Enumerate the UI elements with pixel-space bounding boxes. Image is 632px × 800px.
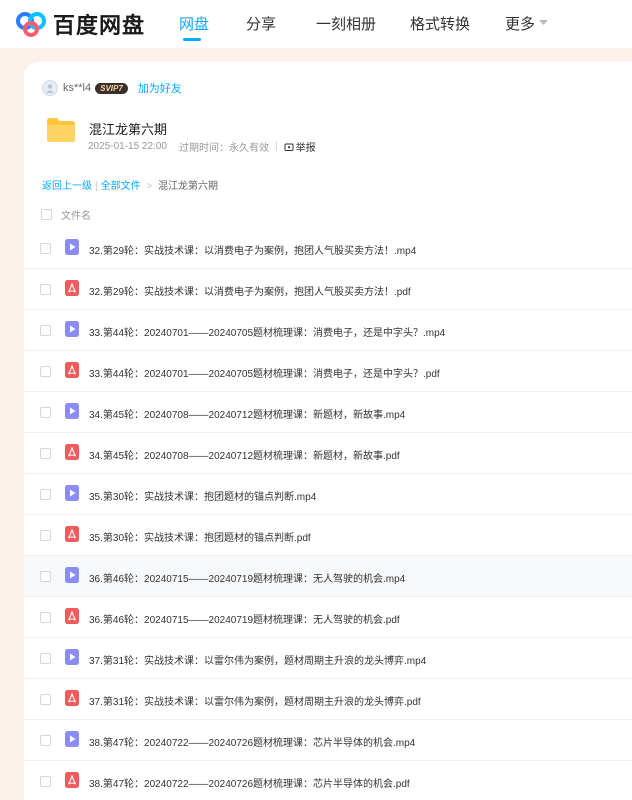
chevron-down-icon[interactable]	[539, 20, 548, 26]
file-name[interactable]: 33.第44轮：20240701——20240705题材梳理课：消费电子，还是中…	[89, 324, 445, 339]
file-row[interactable]: 35.第30轮：实战技术课：抱团题材的锚点判断.pdf	[24, 515, 632, 556]
active-tab-indicator	[183, 38, 201, 41]
file-name[interactable]: 32.第29轮：实战技术课：以消费电子为案例，抱团人气股买卖方法！.mp4	[89, 242, 416, 257]
file-name[interactable]: 38.第47轮：20240722——20240726题材梳理课：芯片半导体的机会…	[89, 734, 415, 749]
top-navbar: 百度网盘 网盘 分享 一刻相册 格式转换 更多	[0, 0, 632, 48]
file-row[interactable]: 37.第31轮：实战技术课：以雷尔伟为案例，题材周期主升浪的龙头博弈.pdf	[24, 679, 632, 720]
nav-item-format-convert[interactable]: 格式转换	[410, 13, 470, 34]
file-name[interactable]: 35.第30轮：实战技术课：抱团题材的锚点判断.mp4	[89, 488, 316, 503]
select-all-checkbox[interactable]	[41, 209, 52, 220]
table-header: 文件名	[41, 207, 91, 222]
row-checkbox[interactable]	[40, 489, 51, 500]
file-row[interactable]: 36.第46轮：20240715——20240719题材梳理课：无人驾驶的机会.…	[24, 556, 632, 597]
video-file-icon	[65, 485, 79, 506]
video-file-icon	[65, 239, 79, 260]
file-row[interactable]: 35.第30轮：实战技术课：抱团题材的锚点判断.mp4	[24, 474, 632, 515]
row-checkbox[interactable]	[40, 325, 51, 336]
file-name[interactable]: 37.第31轮：实战技术课：以雷尔伟为案例，题材周期主升浪的龙头博弈.pdf	[89, 693, 421, 708]
nav-item-more[interactable]: 更多	[505, 13, 535, 34]
pdf-file-icon	[65, 526, 79, 547]
nav-item-share[interactable]: 分享	[246, 13, 276, 34]
pdf-file-icon	[65, 690, 79, 711]
column-header-filename[interactable]: 文件名	[61, 207, 91, 222]
row-checkbox[interactable]	[40, 735, 51, 746]
file-name[interactable]: 35.第30轮：实战技术课：抱团题材的锚点判断.pdf	[89, 529, 311, 544]
folder-icon	[47, 118, 75, 142]
logo[interactable]: 百度网盘	[15, 8, 145, 40]
brand-name: 百度网盘	[53, 13, 146, 38]
row-checkbox[interactable]	[40, 653, 51, 664]
video-file-icon	[65, 567, 79, 588]
breadcrumb-current: 混江龙第六期	[158, 181, 219, 192]
row-checkbox[interactable]	[40, 530, 51, 541]
breadcrumb-back-link[interactable]: 返回上一级	[42, 181, 92, 192]
file-name[interactable]: 33.第44轮：20240701——20240705题材梳理课：消费电子，还是中…	[89, 365, 440, 380]
row-checkbox[interactable]	[40, 612, 51, 623]
row-checkbox[interactable]	[40, 776, 51, 787]
divider: |	[274, 141, 278, 152]
pdf-file-icon	[65, 280, 79, 301]
share-card: ks**l4 SVIP7 加为好友 混江龙第六期 2025-01-15 22:0…	[24, 62, 632, 800]
file-row[interactable]: 33.第44轮：20240701——20240705题材梳理课：消费电子，还是中…	[24, 351, 632, 392]
file-row[interactable]: 33.第44轮：20240701——20240705题材梳理课：消费电子，还是中…	[24, 310, 632, 351]
file-name[interactable]: 38.第47轮：20240722——20240726题材梳理课：芯片半导体的机会…	[89, 775, 410, 790]
file-name[interactable]: 34.第45轮：20240708——20240712题材梳理课：新题材，新故事.…	[89, 406, 405, 421]
breadcrumb: 返回上一级 | 全部文件 > 混江龙第六期	[42, 177, 218, 192]
svip-badge: SVIP7	[95, 82, 128, 94]
pdf-file-icon	[65, 362, 79, 383]
file-name[interactable]: 32.第29轮：实战技术课：以消费电子为案例，抱团人气股买卖方法！.pdf	[89, 283, 411, 298]
avatar[interactable]	[42, 80, 58, 96]
breadcrumb-all-files-link[interactable]: 全部文件	[101, 181, 141, 192]
file-row[interactable]: 37.第31轮：实战技术课：以雷尔伟为案例，题材周期主升浪的龙头博弈.mp4	[24, 638, 632, 679]
file-name[interactable]: 36.第46轮：20240715——20240719题材梳理课：无人驾驶的机会.…	[89, 611, 400, 626]
share-title: 混江龙第六期	[89, 122, 168, 137]
baidu-netdisk-logo-icon	[16, 12, 46, 37]
file-name[interactable]: 37.第31轮：实战技术课：以雷尔伟为案例，题材周期主升浪的龙头博弈.mp4	[89, 652, 426, 667]
file-row[interactable]: 34.第45轮：20240708——20240712题材梳理课：新题材，新故事.…	[24, 433, 632, 474]
nav-item-moment-album[interactable]: 一刻相册	[316, 13, 376, 34]
file-name[interactable]: 36.第46轮：20240715——20240719题材梳理课：无人驾驶的机会.…	[89, 570, 405, 585]
sharer-name: ks**l4	[63, 82, 92, 94]
file-row[interactable]: 32.第29轮：实战技术课：以消费电子为案例，抱团人气股买卖方法！.mp4	[24, 228, 632, 269]
sharer-info: ks**l4 SVIP7 加为好友	[42, 80, 182, 96]
report-icon	[284, 143, 294, 151]
report-button[interactable]: 举报	[284, 139, 316, 154]
report-label: 举报	[295, 143, 316, 154]
share-meta: 2025-01-15 22:00 过期时间：永久有效 | 举报	[88, 139, 316, 154]
user-icon	[46, 84, 54, 93]
video-file-icon	[65, 731, 79, 752]
pdf-file-icon	[65, 444, 79, 465]
file-row[interactable]: 32.第29轮：实战技术课：以消费电子为案例，抱团人气股买卖方法！.pdf	[24, 269, 632, 310]
add-friend-link[interactable]: 加为好友	[138, 80, 182, 96]
nav-item-netdisk[interactable]: 网盘	[179, 13, 209, 34]
file-row[interactable]: 36.第46轮：20240715——20240719题材梳理课：无人驾驶的机会.…	[24, 597, 632, 638]
file-row[interactable]: 38.第47轮：20240722——20240726题材梳理课：芯片半导体的机会…	[24, 720, 632, 761]
file-list: 32.第29轮：实战技术课：以消费电子为案例，抱团人气股买卖方法！.mp4 32.…	[24, 228, 632, 800]
share-date: 2025-01-15 22:00	[88, 141, 167, 152]
expire-info: 过期时间：永久有效	[178, 143, 269, 154]
pdf-file-icon	[65, 772, 79, 793]
breadcrumb-divider: |	[95, 181, 98, 192]
file-row[interactable]: 34.第45轮：20240708——20240712题材梳理课：新题材，新故事.…	[24, 392, 632, 433]
row-checkbox[interactable]	[40, 448, 51, 459]
row-checkbox[interactable]	[40, 571, 51, 582]
file-name[interactable]: 34.第45轮：20240708——20240712题材梳理课：新题材，新故事.…	[89, 447, 400, 462]
video-file-icon	[65, 403, 79, 424]
pdf-file-icon	[65, 608, 79, 629]
row-checkbox[interactable]	[40, 284, 51, 295]
video-file-icon	[65, 321, 79, 342]
breadcrumb-arrow: >	[146, 181, 153, 192]
row-checkbox[interactable]	[40, 366, 51, 377]
file-row[interactable]: 38.第47轮：20240722——20240726题材梳理课：芯片半导体的机会…	[24, 761, 632, 800]
row-checkbox[interactable]	[40, 407, 51, 418]
row-checkbox[interactable]	[40, 694, 51, 705]
row-checkbox[interactable]	[40, 243, 51, 254]
video-file-icon	[65, 649, 79, 670]
